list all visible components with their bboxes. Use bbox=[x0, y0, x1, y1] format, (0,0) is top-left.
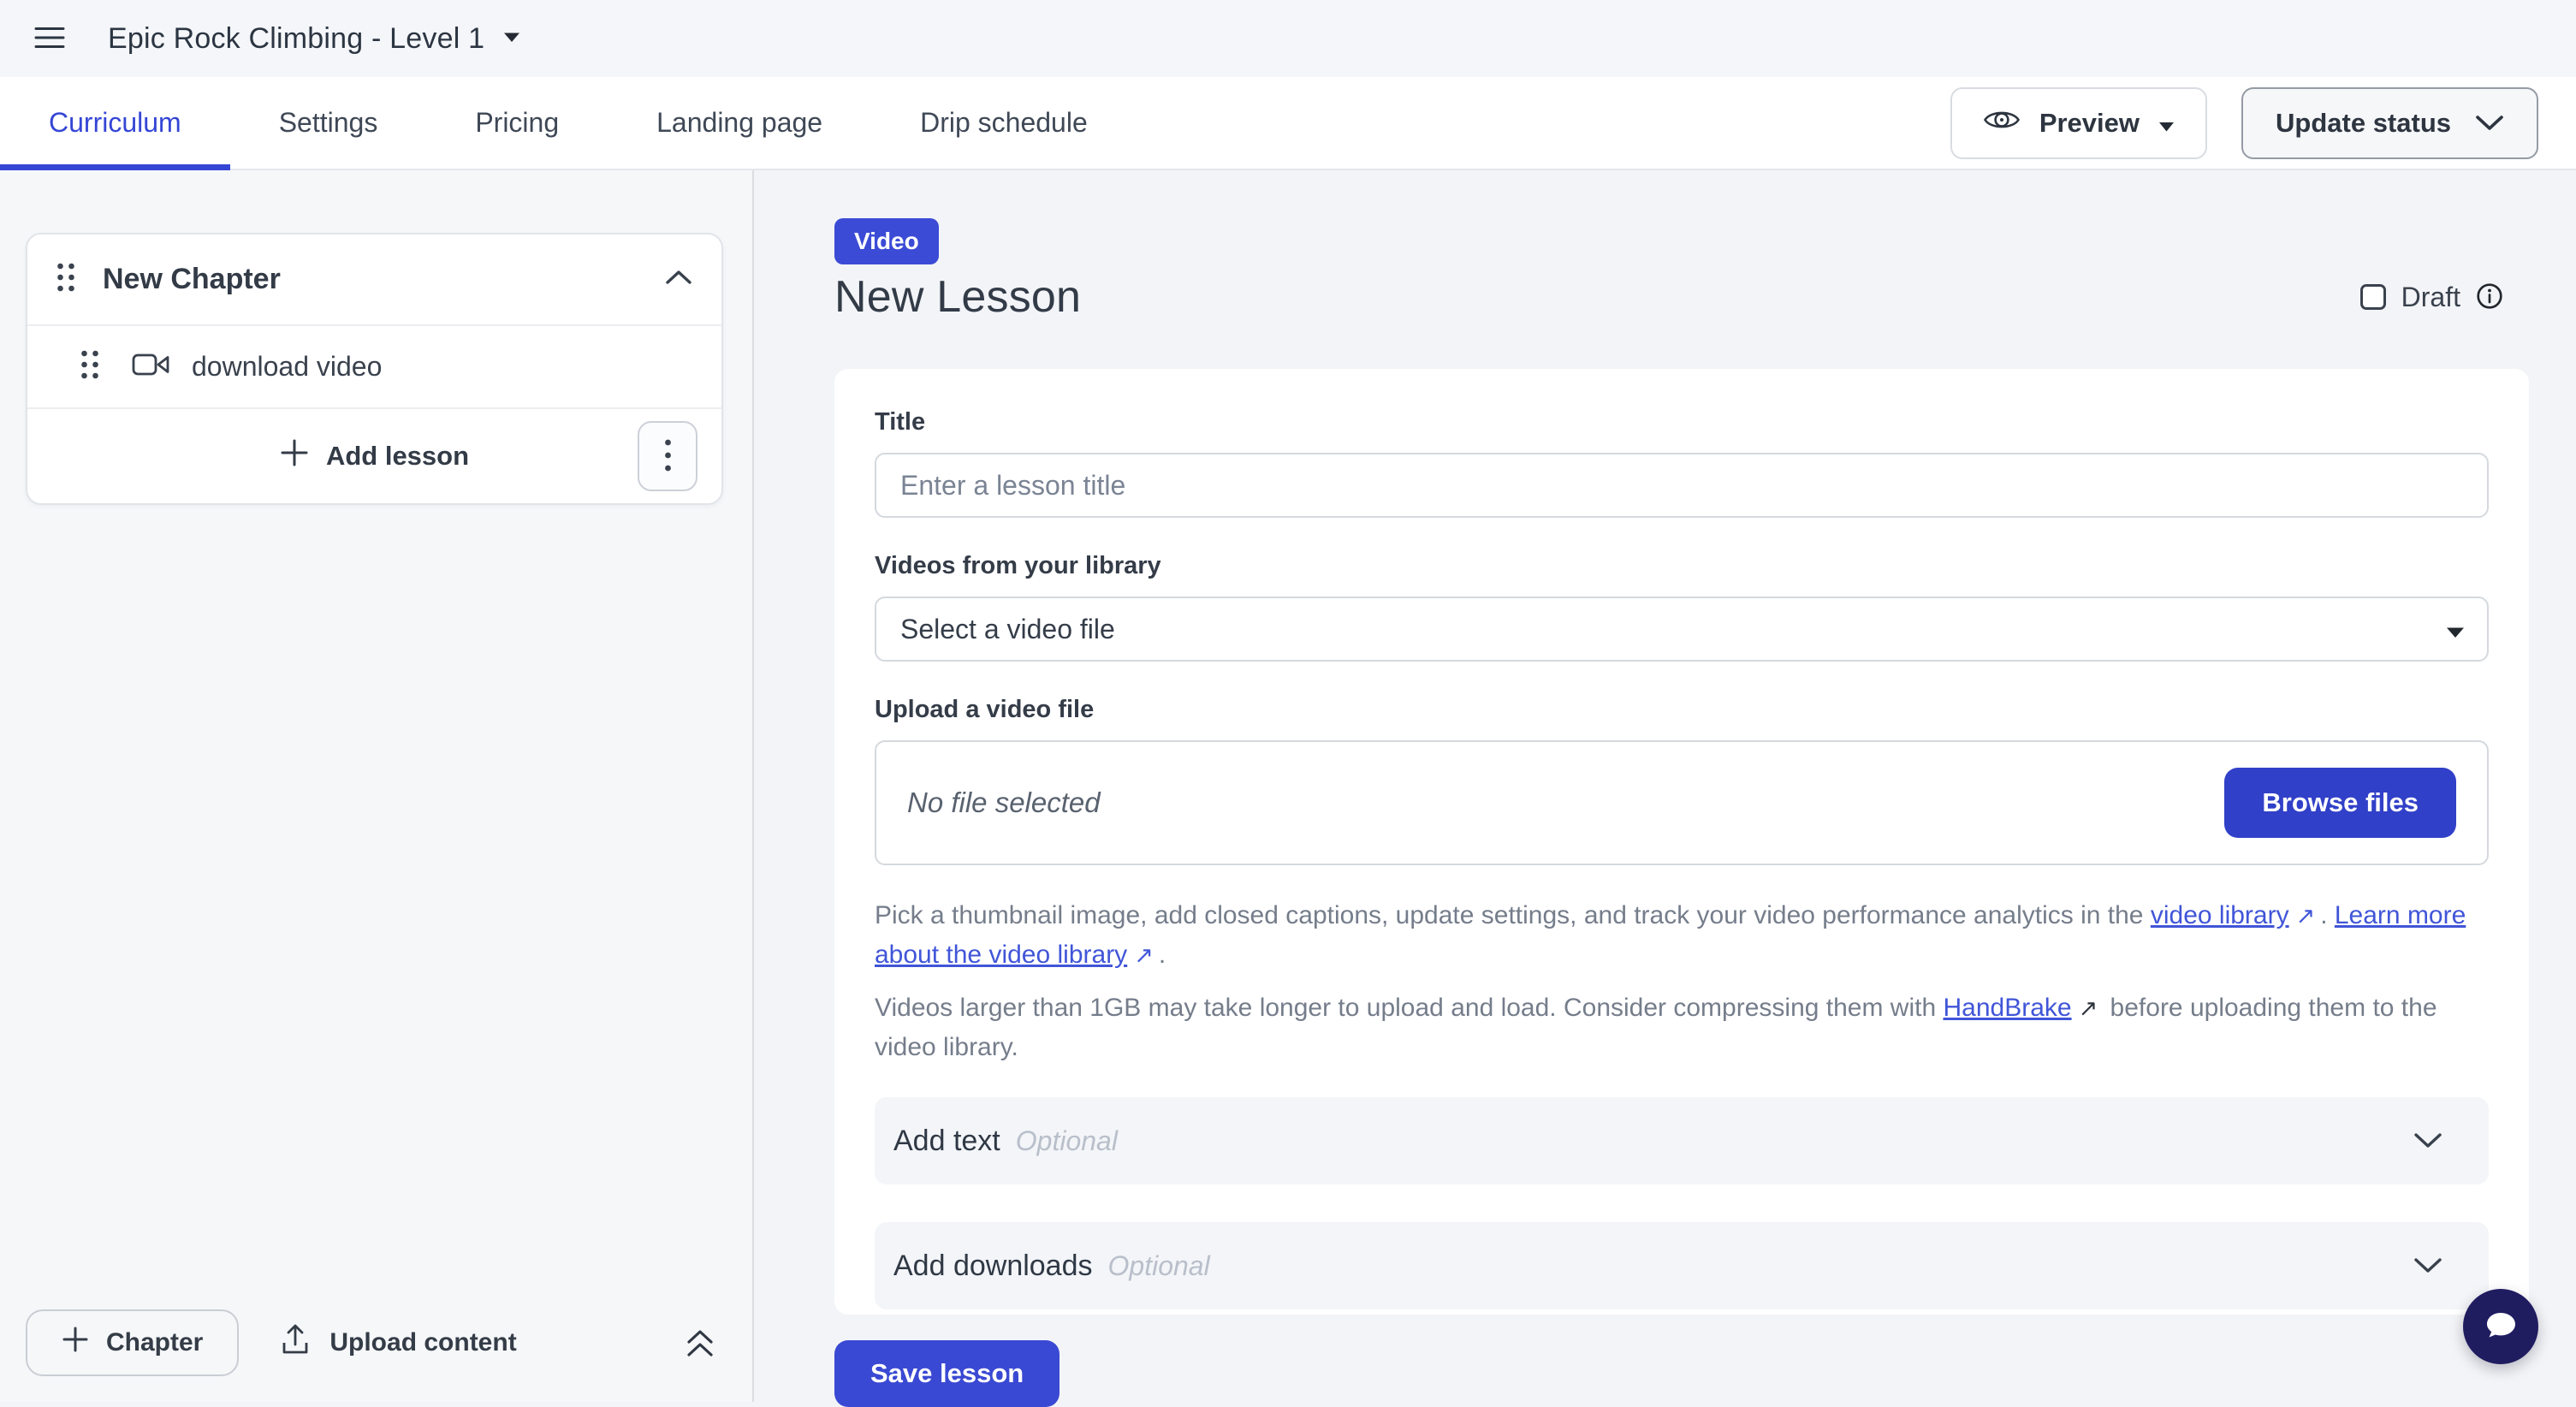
upload-content-button[interactable]: Upload content bbox=[280, 1322, 516, 1363]
chapter-card: New Chapter download video bbox=[26, 233, 723, 505]
add-chapter-label: Chapter bbox=[106, 1328, 203, 1357]
video-camera-icon bbox=[132, 351, 171, 383]
draft-info-button[interactable] bbox=[2476, 282, 2503, 312]
tab-settings[interactable]: Settings bbox=[230, 77, 427, 169]
draft-label: Draft bbox=[2401, 282, 2460, 313]
hamburger-icon bbox=[34, 26, 65, 52]
browse-files-button[interactable]: Browse files bbox=[2224, 768, 2456, 838]
chat-launcher-button[interactable] bbox=[2463, 1289, 2538, 1364]
lesson-title: download video bbox=[192, 351, 382, 383]
external-link-icon: ↗ bbox=[2296, 897, 2316, 935]
chapter-options-button[interactable] bbox=[638, 421, 697, 491]
help-text-segment: . bbox=[1159, 941, 1166, 969]
lesson-title-input[interactable] bbox=[875, 453, 2489, 518]
chapter-title: New Chapter bbox=[103, 263, 665, 296]
add-text-accordion[interactable]: Add text Optional bbox=[875, 1097, 2489, 1184]
tab-bar: Curriculum Settings Pricing Landing page… bbox=[0, 77, 2576, 170]
file-size-help-text: Videos larger than 1GB may take longer t… bbox=[875, 988, 2489, 1066]
external-link-icon: ↗ bbox=[1134, 936, 1154, 975]
upload-icon bbox=[280, 1322, 311, 1363]
chevron-down-icon bbox=[2413, 1132, 2442, 1149]
course-title: Epic Rock Climbing - Level 1 bbox=[108, 22, 484, 56]
curriculum-sidebar: New Chapter download video bbox=[0, 170, 754, 1402]
library-field-label: Videos from your library bbox=[875, 552, 2489, 580]
chapter-header[interactable]: New Chapter bbox=[27, 234, 721, 326]
video-library-select-value: Select a video file bbox=[900, 614, 1115, 645]
drag-handle-icon[interactable] bbox=[56, 262, 75, 297]
video-library-select[interactable]: Select a video file bbox=[875, 597, 2489, 662]
upload-field-label: Upload a video file bbox=[875, 696, 2489, 724]
title-field-label: Title bbox=[875, 408, 2489, 436]
optional-label: Optional bbox=[1016, 1125, 1118, 1157]
collapse-all-button[interactable] bbox=[684, 1324, 716, 1362]
chevron-up-icon[interactable] bbox=[665, 270, 692, 289]
preview-button-label: Preview bbox=[2039, 108, 2140, 139]
external-link-icon: ↗ bbox=[2079, 989, 2098, 1028]
lesson-row[interactable]: download video bbox=[27, 326, 721, 409]
caret-down-icon bbox=[2446, 614, 2465, 645]
add-downloads-accordion[interactable]: Add downloads Optional bbox=[875, 1222, 2489, 1309]
tab-curriculum[interactable]: Curriculum bbox=[0, 77, 230, 169]
caret-down-icon bbox=[2158, 108, 2175, 139]
upload-content-label: Upload content bbox=[329, 1328, 516, 1357]
handbrake-link[interactable]: HandBrake bbox=[1944, 994, 2072, 1022]
info-icon bbox=[2476, 282, 2503, 312]
tab-pricing[interactable]: Pricing bbox=[426, 77, 608, 169]
update-status-label: Update status bbox=[2276, 108, 2451, 139]
topbar: Epic Rock Climbing - Level 1 bbox=[0, 0, 2576, 77]
sidebar-footer: Chapter Upload content bbox=[26, 1309, 716, 1376]
help-text-segment: Videos larger than 1GB may take longer t… bbox=[875, 994, 1944, 1022]
add-lesson-button[interactable]: Add lesson bbox=[280, 438, 469, 474]
add-downloads-label: Add downloads bbox=[893, 1250, 1093, 1283]
content-area: New Chapter download video bbox=[0, 170, 2576, 1402]
lesson-type-badge: Video bbox=[834, 218, 939, 264]
add-lesson-label: Add lesson bbox=[326, 441, 469, 472]
draft-control: Draft bbox=[2360, 282, 2503, 313]
chat-bubble-icon bbox=[2480, 1305, 2521, 1349]
course-switcher[interactable]: Epic Rock Climbing - Level 1 bbox=[108, 22, 520, 56]
video-library-link[interactable]: video library bbox=[2151, 901, 2289, 929]
tab-drip-schedule[interactable]: Drip schedule bbox=[871, 77, 1137, 169]
update-status-button[interactable]: Update status bbox=[2241, 87, 2538, 159]
save-lesson-button[interactable]: Save lesson bbox=[834, 1340, 1059, 1407]
caret-down-icon bbox=[503, 32, 520, 45]
lesson-editor: Video New Lesson Draft Title Videos from… bbox=[754, 170, 2576, 1402]
chapter-footer: Add lesson bbox=[27, 409, 721, 503]
double-chevron-up-icon bbox=[684, 1324, 716, 1362]
page-title: New Lesson bbox=[834, 271, 1081, 323]
eye-icon bbox=[1983, 107, 2021, 140]
lesson-form-card: Title Videos from your library Select a … bbox=[834, 369, 2529, 1315]
preview-button[interactable]: Preview bbox=[1950, 87, 2207, 159]
tab-landing-page[interactable]: Landing page bbox=[608, 77, 871, 169]
add-chapter-button[interactable]: Chapter bbox=[26, 1309, 239, 1376]
chevron-down-icon bbox=[2413, 1257, 2442, 1274]
file-drop-zone[interactable]: No file selected Browse files bbox=[875, 740, 2489, 865]
chevron-down-icon bbox=[2475, 108, 2504, 139]
draft-checkbox[interactable] bbox=[2360, 284, 2386, 310]
video-library-help-text: Pick a thumbnail image, add closed capti… bbox=[875, 896, 2489, 975]
help-text-segment: . bbox=[2320, 901, 2335, 929]
optional-label: Optional bbox=[1108, 1250, 1210, 1282]
help-text-segment: Pick a thumbnail image, add closed capti… bbox=[875, 901, 2151, 929]
no-file-text: No file selected bbox=[907, 787, 1101, 819]
plus-icon bbox=[280, 438, 309, 474]
kebab-menu-icon bbox=[664, 438, 672, 475]
add-text-label: Add text bbox=[893, 1125, 1000, 1158]
header-actions: Preview Update status bbox=[1950, 87, 2538, 159]
drag-handle-icon[interactable] bbox=[80, 349, 99, 384]
menu-button[interactable] bbox=[26, 15, 74, 62]
plus-icon bbox=[62, 1326, 89, 1360]
